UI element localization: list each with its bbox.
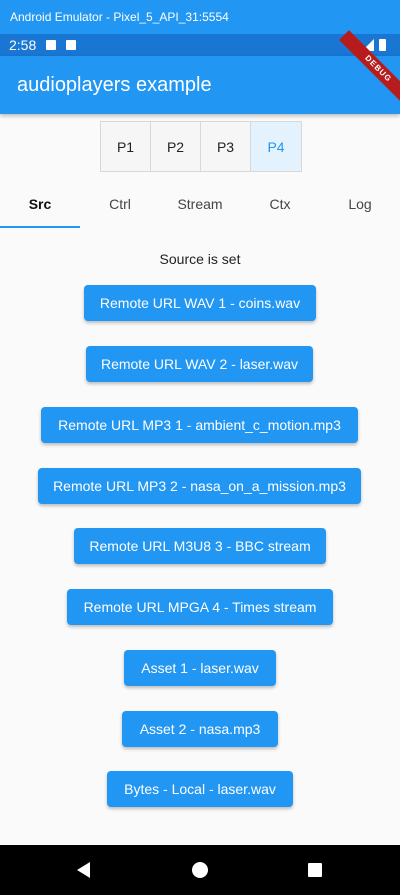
back-icon[interactable] [77,862,90,878]
sd-card-icon [66,40,77,50]
tab-ctx[interactable]: Ctx [240,180,320,228]
player-tab-p3[interactable]: P3 [201,122,251,171]
home-icon[interactable] [192,862,208,878]
status-time: 2:58 [9,37,37,53]
tab-log[interactable]: Log [320,180,400,228]
remote-mp3-1-button[interactable]: Remote URL MP3 1 - ambient_c_motion.mp3 [41,407,358,443]
asset-1-button[interactable]: Asset 1 - laser.wav [124,650,276,686]
player-tab-p1[interactable]: P1 [101,122,151,171]
notification-a-icon [46,40,57,50]
battery-icon [379,39,386,51]
source-status: Source is set [159,251,241,267]
asset-2-button[interactable]: Asset 2 - nasa.mp3 [122,711,278,747]
player-tab-p2[interactable]: P2 [151,122,201,171]
remote-wav-1-button[interactable]: Remote URL WAV 1 - coins.wav [84,285,316,321]
navigation-bar [0,845,400,895]
remote-m3u8-button[interactable]: Remote URL M3U8 3 - BBC stream [74,528,326,564]
app-bar-title: audioplayers example [0,56,400,114]
recents-icon[interactable] [308,863,322,877]
tab-ctrl[interactable]: Ctrl [80,180,160,228]
player-tab-p4[interactable]: P4 [251,122,301,171]
tab-src[interactable]: Src [0,180,80,228]
window-title: Android Emulator - Pixel_5_API_31:5554 [0,0,400,34]
remote-mpga-button[interactable]: Remote URL MPGA 4 - Times stream [67,589,333,625]
player-selector: P1 P2 P3 P4 [100,121,302,172]
main-tab-bar: Src Ctrl Stream Ctx Log [0,180,400,228]
bytes-local-button[interactable]: Bytes - Local - laser.wav [107,771,293,807]
remote-wav-2-button[interactable]: Remote URL WAV 2 - laser.wav [86,346,313,382]
tab-stream[interactable]: Stream [160,180,240,228]
remote-mp3-2-button[interactable]: Remote URL MP3 2 - nasa_on_a_mission.mp3 [38,468,361,504]
